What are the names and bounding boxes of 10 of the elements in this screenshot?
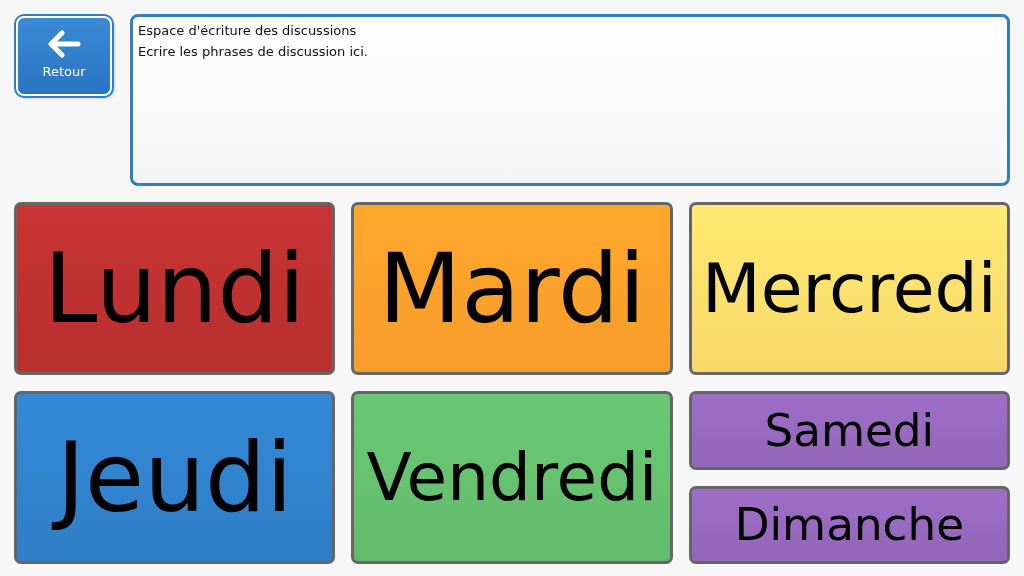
day-tile[interactable]: Vendredi <box>351 391 673 564</box>
back-arrow-icon <box>46 30 82 59</box>
discussion-field[interactable]: Espace d'écriture des discussions Ecrire les phrases de discussion ici. <box>130 14 1010 186</box>
day-tile[interactable]: Dimanche <box>688 485 1010 564</box>
day-tile[interactable]: Mercredi <box>688 202 1010 375</box>
day-tile[interactable]: Lundi <box>14 202 336 375</box>
day-tile[interactable]: Samedi <box>688 391 1010 470</box>
back-button[interactable]: Retour <box>16 16 112 96</box>
day-tile[interactable]: Jeudi <box>14 391 336 564</box>
day-tile[interactable]: Mardi <box>351 202 673 375</box>
